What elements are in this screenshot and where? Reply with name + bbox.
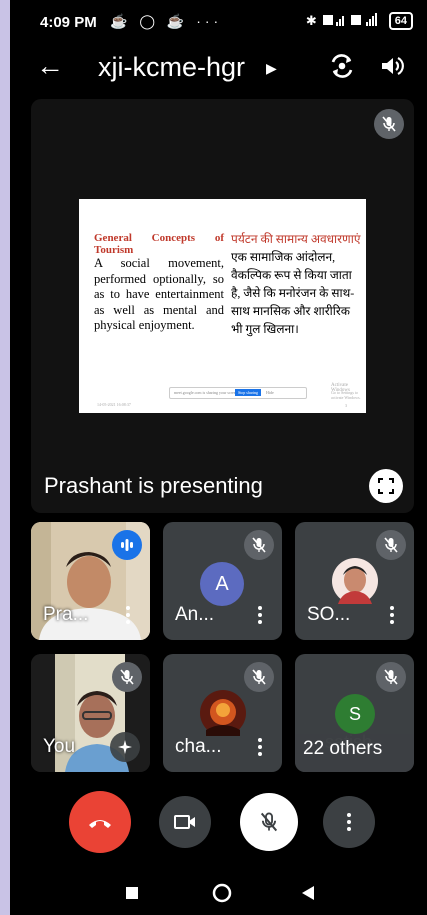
stop-sharing-button: Stop sharing (235, 389, 261, 396)
meeting-code[interactable]: xji-kcme-hgr (98, 52, 245, 83)
slide-footer-date: 14-05-2021 16:08:37 (97, 402, 131, 407)
back-arrow-icon[interactable]: ← (36, 50, 64, 82)
status-bar: 4:09 PM ☕ ◯ ☕ ··· ✱ 64 (10, 0, 427, 44)
more-options-icon[interactable] (126, 606, 130, 624)
status-right: ✱ 64 (306, 12, 413, 30)
participant-name: An... (175, 604, 215, 625)
hide-button: Hide (266, 390, 274, 395)
participant-tile-cha[interactable]: cha... (163, 654, 282, 772)
meeting-header: ← xji-kcme-hgr ▶ (10, 44, 427, 92)
shared-slide: General Concepts of Tourism A social mov… (79, 199, 366, 413)
more-options-button[interactable] (323, 796, 375, 848)
slide-body-hi: एक सामाजिक आंदोलन, वैकल्पिक रूप से किया … (231, 249, 355, 336)
slide-body-en: A social movement, performed optionally,… (94, 256, 224, 332)
battery-icon: 64 (388, 12, 413, 30)
mic-off-icon (376, 530, 406, 560)
speaking-indicator-icon (112, 530, 142, 560)
mic-toggle-button[interactable] (240, 793, 298, 851)
recents-icon[interactable] (125, 886, 139, 900)
participant-tile-so[interactable]: SO... (295, 522, 414, 640)
mic-off-icon (244, 530, 274, 560)
others-count: 22 others (303, 738, 383, 759)
avatar (200, 690, 246, 736)
system-navigation-bar (10, 868, 427, 915)
slide-heading-en: General Concepts of Tourism (94, 232, 224, 256)
participant-tile-others[interactable]: S satish 22 others (295, 654, 414, 772)
sharing-notice-bar: meet.google.com is sharing your screen. … (169, 387, 307, 399)
mic-off-icon (260, 812, 278, 832)
more-options-icon[interactable] (258, 606, 262, 624)
call-controls (10, 790, 427, 860)
windows-watermark-sub: Go to Settings to activate Windows. (331, 390, 361, 400)
sharing-notice-text: meet.google.com is sharing your screen. (174, 390, 239, 395)
avatar (332, 558, 378, 604)
fullscreen-icon (378, 478, 394, 494)
slide-english-column: General Concepts of Tourism A social mov… (94, 232, 224, 334)
end-call-button[interactable] (69, 791, 131, 853)
participant-tile-prashant[interactable]: Pra... (31, 522, 150, 640)
camera-toggle-button[interactable] (159, 796, 211, 848)
avatar: S (335, 694, 375, 734)
mic-off-icon (374, 109, 404, 139)
caret-right-icon[interactable]: ▶ (266, 60, 277, 77)
participant-name: cha... (175, 736, 222, 757)
participant-tile-self[interactable]: You (31, 654, 150, 772)
participant-name: You (43, 736, 76, 757)
avatar: A (200, 562, 244, 606)
effects-sparkle-icon[interactable] (110, 732, 140, 762)
signal-icon (322, 12, 383, 30)
more-vertical-icon (347, 813, 351, 831)
slide-heading-hi: पर्यटन की सामान्य अवधारणाएं (231, 232, 361, 246)
more-options-icon[interactable] (390, 606, 394, 624)
more-options-icon[interactable] (258, 738, 262, 756)
participant-name: Pra... (43, 604, 89, 625)
status-time: 4:09 PM (40, 14, 97, 31)
back-triangle-icon[interactable] (301, 885, 315, 901)
presentation-tile[interactable]: General Concepts of Tourism A social mov… (31, 99, 414, 513)
mic-off-icon (376, 662, 406, 692)
slide-page-number: 3 (345, 403, 347, 408)
participant-tile-an[interactable]: A An... (163, 522, 282, 640)
hang-up-icon (89, 820, 111, 828)
presenter-label: Prashant is presenting (44, 473, 263, 498)
notification-icons: ☕ ◯ ☕ ··· (110, 13, 223, 29)
participant-name: SO... (307, 604, 351, 625)
fullscreen-button[interactable] (369, 469, 403, 503)
home-icon[interactable] (212, 883, 232, 903)
mic-off-icon (244, 662, 274, 692)
slide-hindi-column: पर्यटन की सामान्य अवधारणाएं एक सामाजिक आ… (231, 232, 361, 338)
bluetooth-icon: ✱ (305, 13, 317, 28)
speaker-icon[interactable] (378, 52, 406, 80)
video-camera-icon (174, 815, 195, 829)
meet-screen: 4:09 PM ☕ ◯ ☕ ··· ✱ 64 ← xji-kcme-hgr ▶ … (10, 0, 427, 915)
mic-off-icon (112, 662, 142, 692)
switch-camera-icon[interactable] (328, 52, 356, 80)
